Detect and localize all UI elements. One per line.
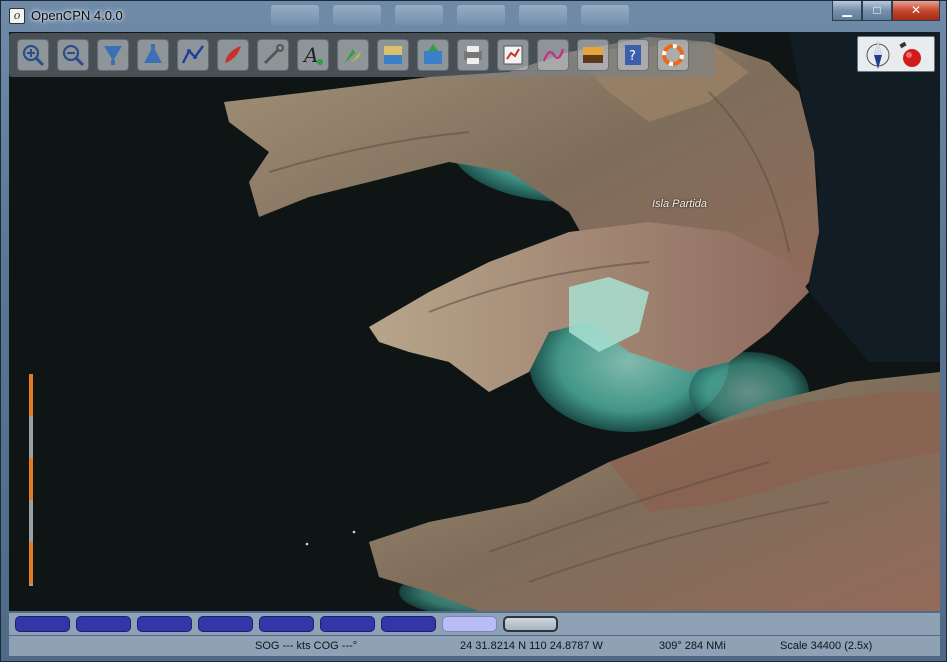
main-toolbar: A ? (9, 33, 715, 77)
current-icon[interactable] (337, 39, 369, 71)
window-controls: ▁ □ ✕ (832, 1, 940, 21)
zoom-out-icon[interactable] (57, 39, 89, 71)
close-button[interactable]: ✕ (892, 1, 940, 21)
scale-readout: Scale 34400 (2.5x) (780, 640, 873, 652)
minimize-button[interactable]: ▁ (832, 1, 862, 21)
chart-tile[interactable] (76, 616, 131, 632)
satellite-map (9, 32, 940, 611)
chart-tile[interactable] (15, 616, 70, 632)
settings-icon[interactable] (257, 39, 289, 71)
chart-tile[interactable] (198, 616, 253, 632)
auto-follow-icon[interactable] (217, 39, 249, 71)
text-icon[interactable]: A (297, 39, 329, 71)
route-icon[interactable] (177, 39, 209, 71)
title-bar[interactable]: o OpenCPN 4.0.0 ▁ □ ✕ (1, 1, 947, 31)
chart-tile-selected[interactable] (442, 616, 497, 632)
north-arrow-icon (866, 41, 890, 69)
app-logo-icon: o (9, 8, 25, 24)
compass-widget[interactable] (857, 36, 935, 72)
svg-text:?: ? (629, 49, 636, 64)
color-scheme-icon[interactable] (577, 39, 609, 71)
chart-tile[interactable] (381, 616, 436, 632)
app-window: o OpenCPN 4.0.0 ▁ □ ✕ Isla Partida A ? S… (0, 0, 947, 662)
status-bar: SOG --- kts COG ---° 24 31.8214 N 110 24… (9, 636, 940, 656)
zoom-in-icon[interactable] (17, 39, 49, 71)
chart-tile-current[interactable] (503, 616, 558, 632)
chart-tile[interactable] (259, 616, 314, 632)
background-taskbar-reflection (271, 5, 831, 29)
waypoint-icon[interactable] (417, 39, 449, 71)
chart-tile[interactable] (137, 616, 192, 632)
place-label-isla-partida: Isla Partida (652, 198, 708, 210)
svg-text:A: A (302, 43, 318, 67)
scale-bar (29, 374, 33, 586)
chart-tile[interactable] (320, 616, 375, 632)
scale-in-icon[interactable] (97, 39, 129, 71)
cursor-position-readout: 24 31.8214 N 110 24.8787 W (460, 640, 603, 652)
mob-icon[interactable] (657, 39, 689, 71)
window-title: OpenCPN 4.0.0 (31, 8, 123, 23)
help-icon[interactable]: ? (617, 39, 649, 71)
chart-bar (9, 613, 940, 635)
scale-out-icon[interactable] (137, 39, 169, 71)
print-icon[interactable] (457, 39, 489, 71)
bearing-distance-readout: 309° 284 NMi (659, 640, 726, 652)
chart-canvas[interactable]: Isla Partida (9, 32, 940, 611)
gps-status-icon (899, 41, 921, 67)
route-manager-icon[interactable] (497, 39, 529, 71)
sog-cog-readout: SOG --- kts COG ---° (255, 640, 358, 652)
track-icon[interactable] (537, 39, 569, 71)
tides-icon[interactable] (377, 39, 409, 71)
maximize-button[interactable]: □ (862, 1, 892, 21)
